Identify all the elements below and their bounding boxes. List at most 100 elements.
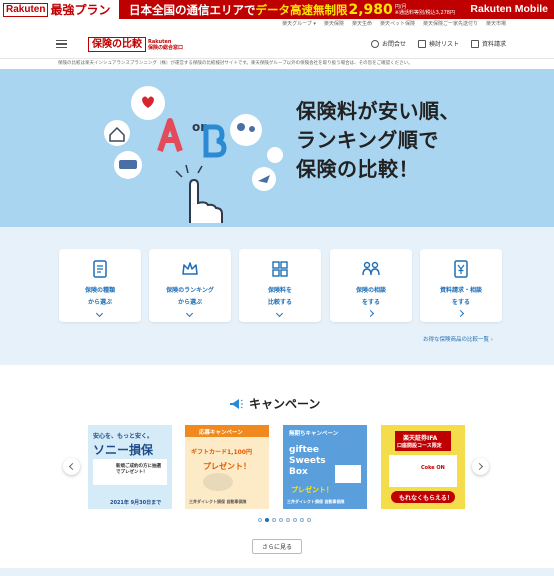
banner-top: 楽天証券IFA: [403, 435, 438, 442]
document-icon: [93, 260, 107, 278]
letter-a-icon: [157, 118, 183, 152]
compare-list-link-label: お得な保険商品の比較一覧: [423, 337, 490, 343]
promo-plan-box: Rakuten 最強プラン: [0, 0, 119, 19]
nav-list[interactable]: 検討リスト: [417, 39, 459, 48]
logo-sub: Rakuten 保険の総合窓口: [148, 39, 183, 51]
category-label: 保険のランキング: [166, 287, 214, 294]
banner-top: 安心を、もっと安く。: [93, 433, 154, 440]
logo-sub2: 保険の総合窓口: [148, 44, 184, 51]
see-more-button[interactable]: さらに見る: [252, 539, 302, 554]
banner-sub: プレゼント！: [291, 486, 333, 494]
banner-main: giftee Sweets Box: [289, 445, 326, 477]
banner-sub: プレゼント！: [203, 462, 251, 471]
category-card-request[interactable]: 資料請求・相談 をする: [420, 249, 502, 322]
banner-main: ソニー損保: [93, 443, 154, 457]
util-link[interactable]: 楽天保険ご一家先送付り: [423, 20, 478, 27]
utility-links: 楽天グループ ▾ 楽天保険 楽天生命 楽天ペット保険 楽天保険ご一家先送付り 楽…: [282, 20, 506, 27]
pagination-dot-active[interactable]: [265, 518, 269, 522]
site-logo[interactable]: 保険の比較 Rakuten 保険の総合窓口: [88, 37, 183, 52]
category-card-type[interactable]: 保険の種類 から選ぶ: [59, 249, 141, 322]
family-icon: [237, 123, 245, 131]
rakuten-mobile-logo: Rakuten Mobile: [470, 3, 548, 15]
pagination-dot[interactable]: [272, 518, 276, 522]
util-link[interactable]: 楽天保険: [324, 20, 344, 27]
util-link[interactable]: 楽天生命: [352, 20, 372, 27]
promo-banner[interactable]: Rakuten 最強プラン 日本全国の通信エリアでデータ高速無制限 2,980 …: [0, 0, 554, 19]
nav-contact[interactable]: お問合せ: [370, 39, 406, 48]
category-card-ranking[interactable]: 保険のランキング から選ぶ: [149, 249, 231, 322]
carousel-pagination: [258, 518, 311, 522]
pagination-dot[interactable]: [293, 518, 297, 522]
pagination-dot[interactable]: [300, 518, 304, 522]
megaphone-icon: [230, 398, 243, 409]
campaign-title: キャンペーン: [249, 397, 321, 411]
question-icon: [370, 39, 379, 48]
banner-main: ギフトカード1,100円: [191, 449, 252, 456]
util-link[interactable]: 楽天市場: [486, 20, 506, 27]
hero-illustration: or: [104, 86, 283, 223]
carousel-prev-button[interactable]: [63, 458, 80, 475]
category-section: 保険の種類 から選ぶ 保険のランキング から選ぶ 保険料を 比較する 保険の相談…: [0, 227, 554, 365]
category-sublabel: をする: [361, 299, 380, 306]
campaign-heading: キャンペーン: [229, 395, 320, 412]
category-sublabel: をする: [451, 299, 470, 306]
category-label: 資料請求・相談: [439, 287, 482, 294]
campaign-banner[interactable]: 応募キャンペーン ギフトカード1,100円 プレゼント！ 三井ダイレクト損保 自…: [185, 425, 269, 509]
hero-line: 保険料が安い順、: [296, 99, 460, 123]
category-sublabel: から選ぶ: [87, 299, 112, 306]
campaign-carousel: 安心を、もっと安く。 ソニー損保 新規ご成約の方に抽選でプレゼント！ 2021年…: [0, 425, 554, 515]
category-card-compare[interactable]: 保険料を 比較する: [239, 249, 321, 322]
banner-top: 応募キャンペーン: [199, 430, 243, 436]
chevron-down-icon: [275, 309, 284, 318]
banner-foot: 三井ダイレクト損保 自動車保険: [189, 499, 247, 504]
pagination-dot[interactable]: [279, 518, 283, 522]
nav-request[interactable]: 資料請求: [470, 39, 506, 48]
pagination-dot[interactable]: [307, 518, 311, 522]
header-nav: お問合せ 検討リスト 資料請求: [370, 39, 506, 48]
promo-headline-white: 日本全国の通信エリアで: [129, 2, 256, 17]
promo-price-unit: 円/月 ※通話料等別/税込3,278円: [395, 4, 455, 16]
pagination-dot[interactable]: [258, 518, 262, 522]
campaign-banner[interactable]: 楽天証券IFA 口座開設コース限定 Coke ON もれなくもらえる！: [381, 425, 465, 509]
pagination-dot[interactable]: [286, 518, 290, 522]
list-icon: [417, 39, 426, 48]
chevron-right-icon: [456, 309, 465, 318]
category-label: 保険料を: [267, 287, 292, 294]
campaign-banner[interactable]: 安心を、もっと安く。 ソニー損保 新規ご成約の方に抽選でプレゼント！ 2021年…: [88, 425, 172, 509]
nav-label: 資料請求: [481, 41, 506, 48]
chevron-down-icon: [95, 309, 104, 318]
pointing-hand-icon: [189, 178, 223, 223]
footer-band: [0, 568, 554, 576]
cart-icon: [470, 39, 479, 48]
letter-b-icon: [203, 124, 227, 158]
banner-foot: Coke ON: [421, 465, 445, 471]
category-card-consult[interactable]: 保険の相談 をする: [330, 249, 412, 322]
car-icon: [119, 160, 137, 169]
chevron-right-icon: [366, 309, 375, 318]
promo-badge: Rakuten: [3, 2, 49, 17]
category-sublabel: から選ぶ: [177, 299, 202, 306]
category-label: 保険の相談: [355, 287, 386, 294]
carousel-next-button[interactable]: [472, 458, 489, 475]
grid-compare-icon: [272, 261, 288, 277]
banner-sub: 新規ご成約の方に抽選でプレゼント！: [116, 464, 161, 475]
disclaimer-text: 保険の比較は楽天インシュアランスプランニング（株）が運営する保険の比較検討サイト…: [58, 61, 413, 66]
nav-label: お問合せ: [381, 41, 406, 48]
banner-top: 無期ちキャンペーン: [289, 431, 339, 437]
promo-price: 2,980: [348, 1, 393, 18]
category-label: 保険の種類: [84, 287, 115, 294]
compare-list-link[interactable]: お得な保険商品の比較一覧 ›: [423, 335, 493, 343]
banner-main: 口座開設コース限定: [397, 443, 442, 449]
nav-label: 検討リスト: [428, 41, 459, 48]
util-link[interactable]: 楽天グループ ▾: [282, 20, 316, 27]
chevron-down-icon: [185, 309, 194, 318]
util-link[interactable]: 楽天ペット保険: [380, 20, 415, 27]
category-sublabel: 比較する: [267, 299, 292, 306]
hero-title: 保険料が安い順、 ランキング順で 保険の比較！: [296, 97, 460, 184]
logo-text: 保険の比較: [88, 37, 146, 52]
site-header: 保険の比較 Rakuten 保険の総合窓口 お問合せ 検討リスト 資料請求: [0, 28, 554, 58]
promo-headline-yellow: データ高速無制限: [255, 2, 348, 17]
menu-icon[interactable]: [56, 40, 67, 48]
yen-doc-icon: [454, 260, 468, 278]
campaign-banner[interactable]: 無期ちキャンペーン giftee Sweets Box プレゼント！ 三井ダイレ…: [283, 425, 367, 509]
